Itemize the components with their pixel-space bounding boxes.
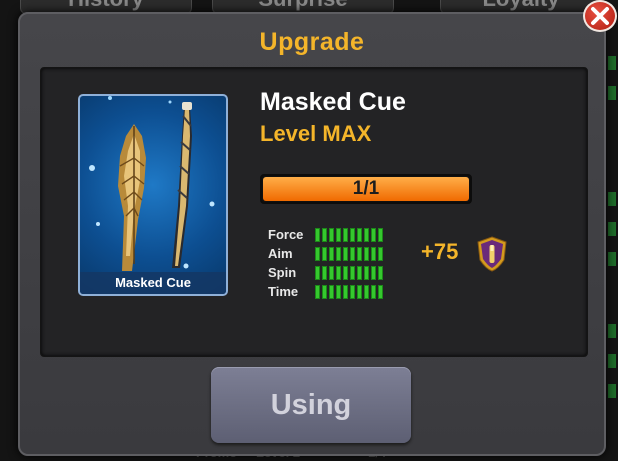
stat-segment bbox=[329, 266, 334, 280]
stat-segment bbox=[350, 285, 355, 299]
stat-segment bbox=[315, 228, 320, 242]
cue-card-label: Masked Cue bbox=[80, 272, 226, 294]
stat-segment bbox=[315, 247, 320, 261]
stat-row-time: Time bbox=[268, 283, 408, 301]
stat-segment bbox=[378, 266, 383, 280]
using-button[interactable]: Using bbox=[211, 367, 411, 443]
upgrade-progress-text: 1/1 bbox=[352, 178, 380, 199]
stat-row-spin: Spin bbox=[268, 264, 408, 282]
stat-segment bbox=[350, 247, 355, 261]
stat-segment bbox=[315, 285, 320, 299]
stat-segment bbox=[322, 228, 327, 242]
stat-segment bbox=[343, 228, 348, 242]
stat-row-aim: Aim bbox=[268, 245, 408, 263]
stat-label-aim: Aim bbox=[268, 246, 293, 261]
stat-segment bbox=[357, 228, 362, 242]
stat-segment bbox=[322, 266, 327, 280]
stat-segment bbox=[329, 228, 334, 242]
cue-level: Level MAX bbox=[260, 121, 372, 146]
stat-segment bbox=[357, 266, 362, 280]
stat-segment bbox=[322, 247, 327, 261]
upgrade-progress-bar: 1/1 bbox=[260, 174, 472, 204]
shield-icon bbox=[477, 236, 507, 272]
stat-segment bbox=[336, 266, 341, 280]
cue-name: Masked Cue bbox=[260, 88, 406, 116]
stat-segment bbox=[350, 228, 355, 242]
stat-label-force: Force bbox=[268, 227, 304, 242]
cue-image bbox=[89, 96, 215, 271]
stat-segment bbox=[322, 285, 327, 299]
stat-segment bbox=[350, 266, 355, 280]
stat-segment bbox=[364, 228, 369, 242]
stat-segment bbox=[371, 266, 376, 280]
stat-segment bbox=[371, 228, 376, 242]
cue-card: Masked Cue bbox=[78, 94, 228, 296]
close-button[interactable] bbox=[583, 0, 617, 32]
stat-segment bbox=[329, 285, 334, 299]
stat-segment bbox=[336, 247, 341, 261]
dialog-title: Upgrade bbox=[259, 28, 365, 56]
close-icon bbox=[591, 7, 609, 25]
stat-segment bbox=[329, 247, 334, 261]
stat-segment bbox=[364, 266, 369, 280]
stat-row-force: Force bbox=[268, 226, 408, 244]
stat-segment bbox=[378, 285, 383, 299]
stat-segment bbox=[378, 228, 383, 242]
stat-segment bbox=[336, 285, 341, 299]
stat-segment bbox=[357, 247, 362, 261]
background-right-panel bbox=[604, 40, 618, 420]
stat-label-time: Time bbox=[268, 284, 299, 299]
stat-segment bbox=[378, 247, 383, 261]
stat-segment bbox=[315, 266, 320, 280]
stat-segment bbox=[343, 247, 348, 261]
stat-segment bbox=[357, 285, 362, 299]
stat-segment bbox=[343, 285, 348, 299]
stat-segment bbox=[371, 247, 376, 261]
stat-segment bbox=[364, 247, 369, 261]
stat-segment bbox=[364, 285, 369, 299]
stat-segment bbox=[336, 228, 341, 242]
stat-label-spin: Spin bbox=[268, 265, 297, 280]
stat-segment bbox=[343, 266, 348, 280]
bonus-value: +75 bbox=[421, 239, 459, 264]
stat-segment bbox=[371, 285, 376, 299]
